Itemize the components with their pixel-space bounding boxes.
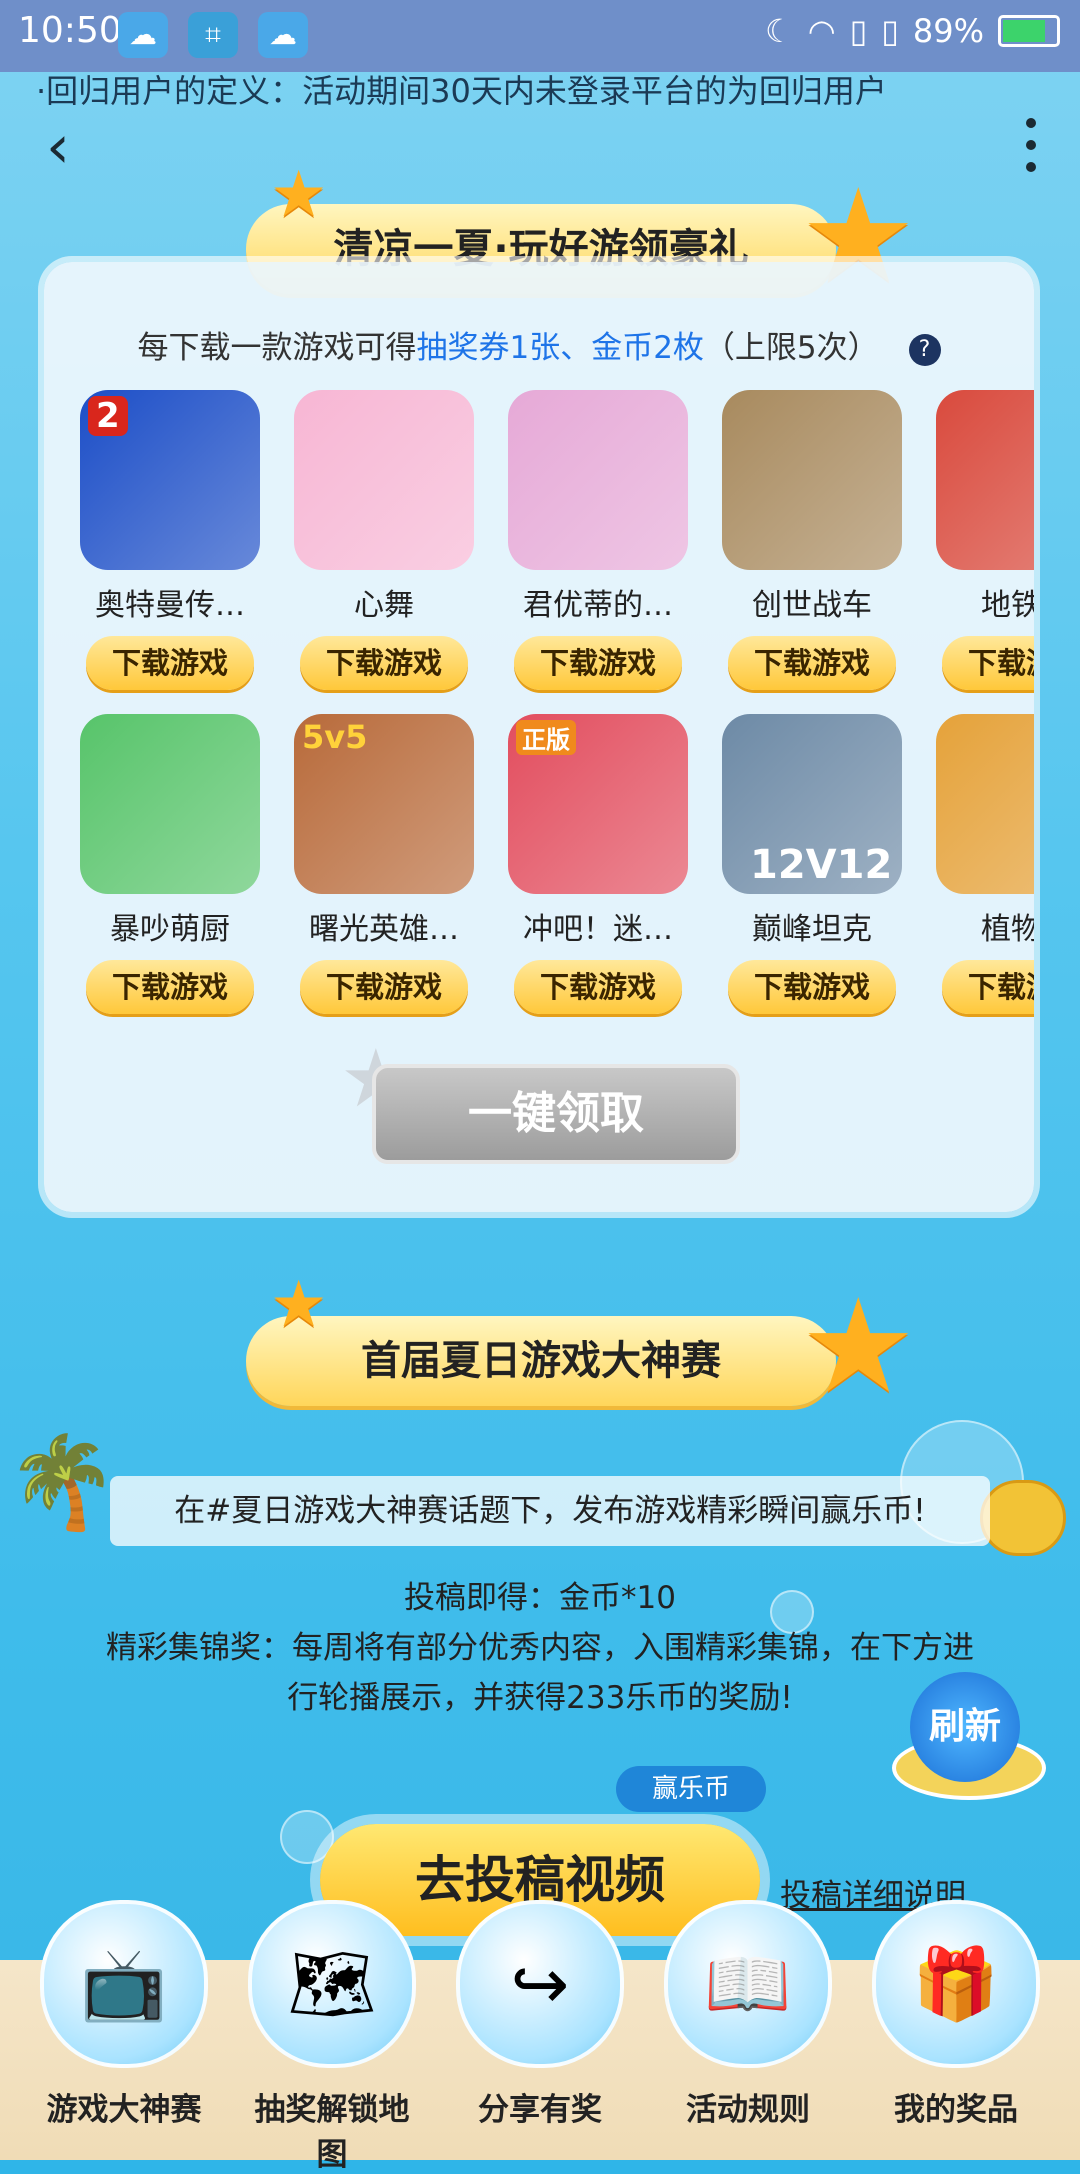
game-icon[interactable] [294, 390, 474, 570]
win-coins-tag: 赢乐币 [616, 1766, 766, 1812]
game-badge: 正版 [516, 720, 576, 755]
game-icon[interactable]: 12V12 [722, 714, 902, 894]
moon-icon: ☾ [765, 12, 794, 50]
game-badge: 5v5 [302, 718, 368, 756]
scan-icon: ⌗ [188, 12, 238, 58]
game-card[interactable]: 君优蒂的… 下载游戏 [498, 390, 698, 690]
download-button[interactable]: 下载游戏 [942, 960, 1034, 1014]
nav-lottery-map[interactable]: 🗺 抽奖解锁地图 [242, 1900, 422, 2174]
game-badge: 2 [88, 396, 128, 436]
download-button[interactable]: 下载游戏 [728, 960, 896, 1014]
topic-strip: 在#夏日游戏大神赛话题下，发布游戏精彩瞬间赢乐币! [110, 1476, 990, 1546]
rule-prefix: 每下载一款游戏可得 [137, 330, 417, 366]
game-card[interactable]: 5v5 曙光英雄… 下载游戏 [284, 714, 484, 1014]
game-card[interactable]: 地铁跑 下载游戏 [926, 390, 1034, 690]
game-card[interactable]: 创世战车 下载游戏 [712, 390, 912, 690]
status-time: 10:50 [18, 10, 122, 51]
sim-icon: ▯ [849, 12, 868, 50]
palm-tree-icon: 🌴 [6, 1430, 119, 1535]
game-name: 植物大 [981, 912, 1034, 947]
game-icon[interactable] [722, 390, 902, 570]
back-icon[interactable]: ‹ [46, 112, 70, 182]
nav-game-contest[interactable]: 📺 游戏大神赛 [34, 1900, 214, 2129]
game-name: 创世战车 [752, 588, 872, 623]
download-button[interactable]: 下载游戏 [300, 960, 468, 1014]
rule-suffix: （上限5次） [703, 330, 879, 366]
download-button[interactable]: 下载游戏 [514, 636, 682, 690]
download-button[interactable]: 下载游戏 [86, 960, 254, 1014]
game-card[interactable]: 心舞 下载游戏 [284, 390, 484, 690]
game-name: 曙光英雄… [309, 912, 459, 947]
download-button[interactable]: 下载游戏 [514, 960, 682, 1014]
game-card[interactable]: 2 奥特曼传… 下载游戏 [70, 390, 270, 690]
nav-label: 游戏大神赛 [46, 2092, 202, 2128]
status-right: ☾ ◠ ▯ ▯ 89% [765, 12, 1060, 50]
reward-line-3: 行轮播展示，并获得233乐币的奖励! [287, 1680, 793, 1716]
game-icon[interactable] [936, 714, 1034, 894]
nav-label: 抽奖解锁地图 [254, 2092, 410, 2173]
share-icon[interactable]: ↪ [456, 1900, 624, 2068]
game-card[interactable]: 暴吵萌厨 下载游戏 [70, 714, 270, 1014]
game-name: 心舞 [354, 588, 414, 623]
game-icon[interactable]: 2 [80, 390, 260, 570]
game-name: 冲吧！迷… [523, 912, 673, 947]
notice-text: ·回归用户的定义：活动期间30天内未登录平台的为回归用户 [36, 72, 887, 110]
game-card[interactable]: 正版 冲吧！迷… 下载游戏 [498, 714, 698, 1014]
nav-label: 活动规则 [686, 2092, 810, 2128]
map-icon[interactable]: 🗺 [248, 1900, 416, 2068]
download-rule: 每下载一款游戏可得抽奖券1张、金币2枚（上限5次） ? [44, 322, 1034, 367]
nav-activity-rules[interactable]: 📖 活动规则 [658, 1900, 838, 2129]
download-button[interactable]: 下载游戏 [728, 636, 896, 690]
nav-share-reward[interactable]: ↪ 分享有奖 [450, 1900, 630, 2129]
claim-all-button[interactable]: 一键领取 [372, 1064, 740, 1164]
section2-title: 首届夏日游戏大神赛 [361, 1338, 721, 1384]
game-icon[interactable] [80, 714, 260, 894]
starfish-icon: ★ [270, 1268, 328, 1342]
starfish-icon: ★ [270, 158, 328, 232]
battery-percent: 89% [912, 12, 984, 50]
help-icon[interactable]: ? [908, 333, 941, 366]
game-icon[interactable]: 正版 [508, 714, 688, 894]
tv-icon[interactable]: 📺 [40, 1900, 208, 2068]
wifi-icon: ◠ [807, 12, 836, 50]
nav-label: 分享有奖 [478, 2092, 602, 2128]
weather-icon: ☁ [118, 12, 168, 58]
weather-icon: ☁ [258, 12, 308, 58]
coins-icon [980, 1480, 1066, 1556]
download-button[interactable]: 下载游戏 [942, 636, 1034, 690]
reward-line-2: 精彩集锦奖：每周将有部分优秀内容，入围精彩集锦，在下方进 [106, 1630, 974, 1666]
refresh-button[interactable]: 刷新 [910, 1672, 1020, 1782]
game-icon[interactable] [508, 390, 688, 570]
game-name: 暴吵萌厨 [110, 912, 230, 947]
nav-my-prizes[interactable]: 🎁 我的奖品 [866, 1900, 1046, 2129]
game-name: 君优蒂的… [523, 588, 673, 623]
game-name: 巅峰坦克 [752, 912, 872, 947]
download-button[interactable]: 下载游戏 [300, 636, 468, 690]
sim-icon: ▯ [881, 12, 899, 50]
section2-title-banner: 首届夏日游戏大神赛 [246, 1316, 836, 1406]
status-bar: 10:50 ☁ ⌗ ☁ ☾ ◠ ▯ ▯ 89% [0, 0, 1080, 72]
reward-line-1: 投稿即得：金币*10 [404, 1580, 676, 1616]
gift-icon[interactable]: 🎁 [872, 1900, 1040, 2068]
download-button[interactable]: 下载游戏 [86, 636, 254, 690]
starfish-icon: ★ [800, 1270, 917, 1422]
game-card[interactable]: 植物大 下载游戏 [926, 714, 1034, 1014]
rule-highlight: 抽奖券1张、金币2枚 [416, 330, 704, 366]
game-name: 地铁跑 [981, 588, 1034, 623]
game-icon[interactable]: 5v5 [294, 714, 474, 894]
more-icon[interactable] [1026, 118, 1036, 184]
game-badge: 12V12 [750, 842, 893, 888]
game-name: 奥特曼传… [95, 588, 245, 623]
game-icon[interactable] [936, 390, 1034, 570]
nav-label: 我的奖品 [894, 2092, 1018, 2128]
game-card[interactable]: 12V12 巅峰坦克 下载游戏 [712, 714, 912, 1014]
battery-icon [998, 15, 1060, 47]
book-icon[interactable]: 📖 [664, 1900, 832, 2068]
